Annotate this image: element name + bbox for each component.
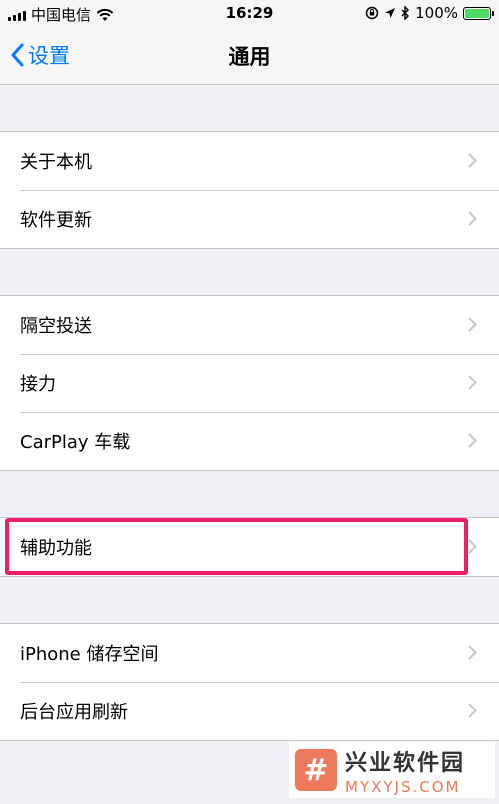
list-item-label: 隔空投送 — [20, 316, 92, 337]
list-item-label: iPhone 储存空间 — [20, 644, 159, 665]
chevron-right-icon — [468, 375, 477, 390]
chevron-right-icon — [468, 433, 477, 448]
chevron-right-icon — [468, 703, 477, 718]
battery-percentage: 100% — [415, 4, 458, 22]
chevron-right-icon — [468, 211, 477, 226]
settings-group-about: 关于本机 软件更新 — [0, 131, 499, 249]
watermark-text: 兴业软件园 MYXYJS.COM — [345, 745, 465, 796]
page-title: 通用 — [228, 45, 271, 69]
list-item-label: 关于本机 — [20, 152, 92, 173]
watermark-url: MYXYJS.COM — [345, 777, 461, 796]
chevron-right-icon — [468, 153, 477, 168]
list-item-handoff[interactable]: 接力 — [0, 354, 499, 412]
settings-group-connectivity: 隔空投送 接力 CarPlay 车载 — [0, 295, 499, 471]
watermark-title: 兴业软件园 — [345, 750, 466, 776]
list-item-software-update[interactable]: 软件更新 — [0, 190, 499, 248]
bluetooth-icon — [401, 6, 410, 20]
watermark-logo-icon: # — [295, 749, 337, 791]
status-right: 100% — [365, 4, 494, 22]
chevron-right-icon — [468, 645, 477, 660]
battery-icon — [463, 6, 494, 20]
list-item-label: 软件更新 — [20, 210, 92, 231]
list-item-label: 后台应用刷新 — [20, 702, 128, 723]
watermark: # 兴业软件园 MYXYJS.COM — [289, 742, 495, 798]
rotation-lock-icon — [365, 6, 379, 20]
list-item-label: CarPlay 车载 — [20, 432, 131, 453]
list-item-label: 接力 — [20, 374, 56, 395]
list-item-background-app-refresh[interactable]: 后台应用刷新 — [0, 682, 499, 740]
navigation-bar: 设置 通用 — [0, 26, 499, 85]
chevron-right-icon — [468, 539, 477, 554]
status-bar: 中国电信 16:29 100% — [0, 0, 499, 26]
location-icon — [385, 8, 396, 18]
list-item-iphone-storage[interactable]: iPhone 储存空间 — [0, 624, 499, 682]
highlight-annotation-box — [5, 518, 468, 575]
chevron-right-icon — [468, 317, 477, 332]
list-item-airdrop[interactable]: 隔空投送 — [0, 296, 499, 354]
list-item-about[interactable]: 关于本机 — [0, 132, 499, 190]
list-item-carplay[interactable]: CarPlay 车载 — [0, 412, 499, 470]
settings-group-storage: iPhone 储存空间 后台应用刷新 — [0, 623, 499, 741]
